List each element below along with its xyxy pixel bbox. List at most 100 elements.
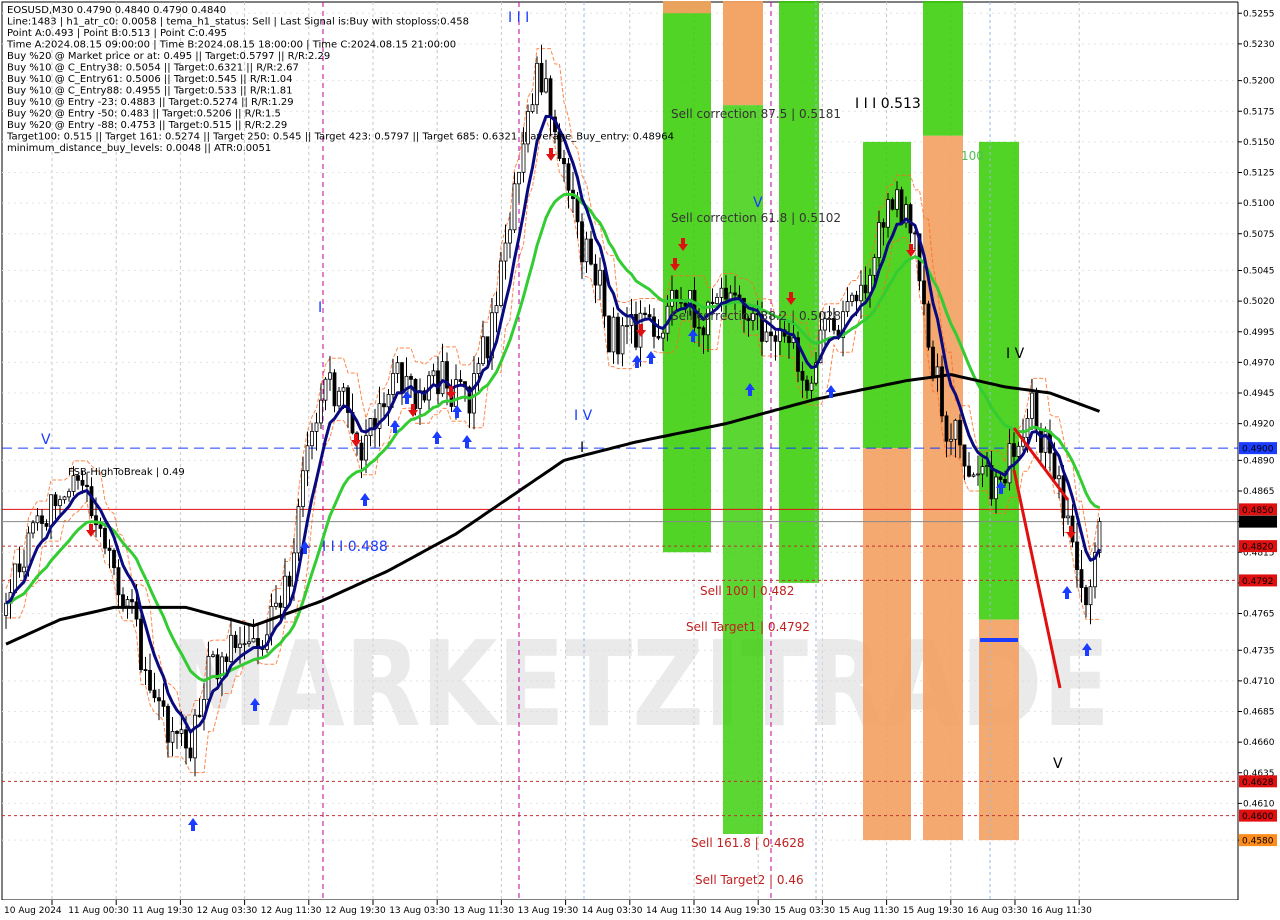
- candle-bull: [67, 491, 71, 498]
- price-tick-label: 0.4735: [1243, 646, 1275, 656]
- price-badge-label: 0.4792: [1242, 577, 1274, 587]
- candle-bull: [49, 494, 53, 527]
- time-tick-label: 11 Aug 00:30: [68, 906, 129, 916]
- time-tick-label: 13 Aug 03:30: [389, 906, 450, 916]
- price-badge-label: 0.4840: [1242, 518, 1274, 528]
- price-chart: MARKETZITRADE FSB-HighToBreak | 0.49 Sel…: [0, 0, 1280, 920]
- candle-bull: [337, 390, 341, 407]
- time-tick-label: 10 Aug 2024: [4, 906, 62, 916]
- watermark-text: MARKETZITRADE: [170, 615, 1110, 753]
- candle-bull: [503, 242, 508, 262]
- candle-bull: [809, 382, 814, 391]
- wave-mark: V: [41, 432, 51, 448]
- price-tick-label: 0.4610: [1243, 799, 1275, 809]
- candle-bear: [800, 370, 805, 381]
- time-tick-label: 15 Aug 19:30: [903, 906, 964, 916]
- candle-bull: [1097, 521, 1102, 553]
- candle-bull: [620, 325, 625, 355]
- candle: [926, 300, 931, 351]
- candle-bear: [1075, 541, 1079, 570]
- candle-bull: [296, 506, 301, 554]
- candle-bull: [391, 373, 395, 395]
- candle-bear: [967, 465, 971, 477]
- time-tick-label: 11 Aug 19:30: [132, 906, 193, 916]
- candle-bull: [715, 297, 719, 304]
- price-tick-label: 0.4970: [1243, 358, 1275, 368]
- time-tick-label: 15 Aug 11:30: [839, 906, 900, 916]
- zone-rect: [979, 141, 1019, 620]
- price-tick-label: 0.5100: [1243, 199, 1275, 209]
- price-badge: 0.4628: [1239, 775, 1277, 788]
- wave-mark: V: [753, 195, 763, 211]
- candle-bull: [611, 316, 616, 353]
- candle-bull: [778, 329, 782, 342]
- candle-bear: [175, 731, 179, 734]
- price-tick-label: 0.4995: [1243, 328, 1275, 338]
- candle-bull: [368, 418, 373, 437]
- candle-bull: [530, 104, 535, 112]
- candle-bull: [1066, 515, 1070, 519]
- info-line: Buy %10 @ C_Entry88: 0.4955 || Target:0.…: [7, 86, 292, 97]
- candle-bear: [80, 479, 85, 486]
- info-line: Line:1483 | h1_atr_c0: 0.0058 | tema_h1_…: [7, 17, 469, 28]
- info-line: Buy %10 @ C_Entry61: 0.5006 || Target:0.…: [7, 74, 292, 85]
- price-tick-label: 0.4710: [1243, 677, 1275, 687]
- candle-bear: [40, 515, 44, 524]
- info-line: minimum_distance_buy_levels: 0.0048 || A…: [7, 143, 271, 154]
- candle-bull: [1007, 443, 1012, 484]
- candle-bear: [152, 689, 157, 699]
- candle-bear: [161, 700, 166, 707]
- candle-bull: [31, 522, 35, 534]
- candle-bear: [44, 523, 49, 527]
- candle-bear: [458, 379, 463, 382]
- candle-bull: [26, 532, 31, 568]
- price-badge: 0.4820: [1239, 540, 1277, 553]
- candle-bull: [985, 465, 989, 467]
- candle-bull: [535, 62, 539, 106]
- candle-bear: [616, 316, 620, 355]
- candle-bull: [584, 238, 589, 263]
- price-tick-label: 0.4765: [1243, 610, 1275, 620]
- candle-bear: [899, 189, 904, 224]
- info-line: Time A:2024.08.15 09:00:00 | Time B:2024…: [6, 40, 456, 51]
- price-tick-label: 0.5150: [1243, 138, 1275, 148]
- price-tick-label: 0.5255: [1243, 9, 1275, 19]
- candle-bull: [22, 566, 26, 573]
- candle-bear: [769, 331, 773, 337]
- candle-bear: [400, 362, 404, 394]
- candle-bull: [323, 378, 328, 401]
- info-line: Buy %10 @ C_Entry38: 0.5054 || Target:0.…: [7, 63, 299, 74]
- price-tick-label: 0.4920: [1243, 420, 1275, 430]
- candle-bear: [944, 415, 949, 442]
- candle-bull: [598, 269, 602, 286]
- candle-bull: [71, 475, 76, 492]
- candle-bear: [1052, 452, 1057, 480]
- time-tick-label: 12 Aug 19:30: [325, 906, 386, 916]
- candle-bull: [895, 189, 899, 210]
- sell-correction-382-label: Sell correction 38.2 | 0.5028: [671, 309, 841, 323]
- candle-bear: [602, 269, 607, 317]
- candle-bear: [107, 547, 112, 551]
- info-line: Buy %20 @ Entry -88: 0.4753 || Target:0.…: [7, 120, 287, 131]
- candle-bull: [314, 422, 319, 432]
- sell-100-label: Sell 100 | 0.482: [700, 584, 794, 598]
- candle-bear: [926, 303, 931, 348]
- time-tick-label: 14 Aug 03:30: [582, 906, 643, 916]
- candle-bear: [998, 476, 1003, 480]
- candle-bull: [58, 499, 62, 507]
- candle-bear: [103, 528, 107, 549]
- candle-bear: [130, 599, 134, 603]
- candle-bull: [544, 78, 548, 93]
- candle-bull: [125, 599, 130, 607]
- candle-bull: [521, 143, 526, 173]
- candle-bear: [485, 336, 490, 359]
- candle-bear: [890, 199, 895, 210]
- candle-bull: [1016, 445, 1021, 457]
- candle-bear: [17, 563, 22, 573]
- candle-bear: [143, 669, 148, 672]
- candle: [296, 498, 301, 561]
- price-tick-label: 0.4865: [1243, 487, 1275, 497]
- candle-bear: [188, 747, 193, 759]
- candle-bear: [1084, 587, 1088, 606]
- time-tick-label: 16 Aug 11:30: [1031, 906, 1092, 916]
